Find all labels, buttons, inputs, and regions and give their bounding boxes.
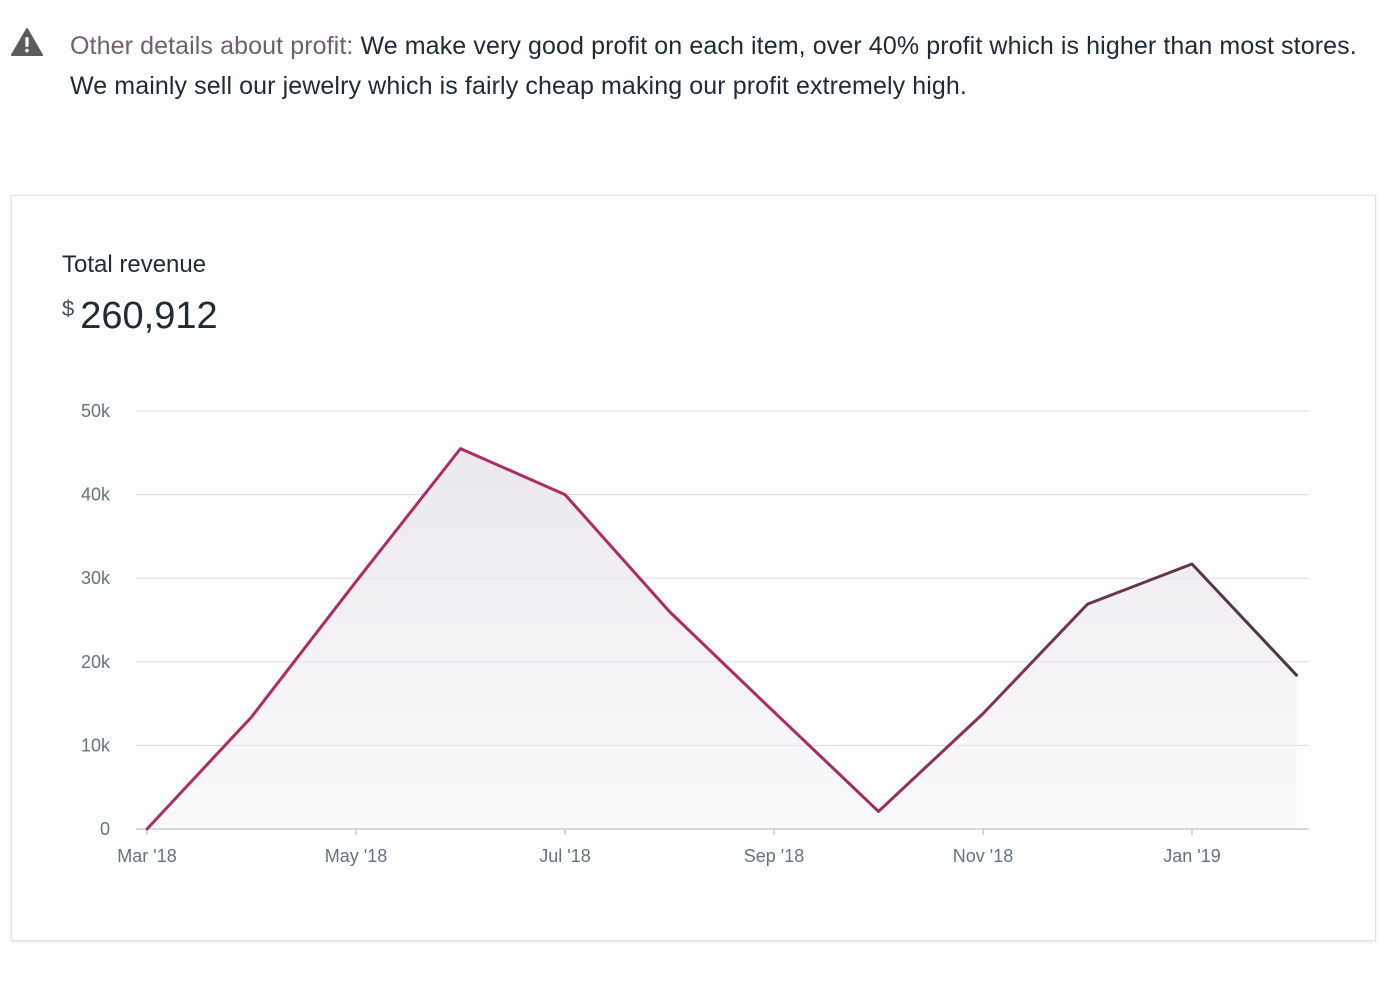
profit-notice: Other details about profit: We make very…: [10, 26, 1385, 106]
notice-label: Other details about profit:: [70, 32, 354, 60]
notice-text: Other details about profit: We make very…: [70, 26, 1385, 106]
x-tick-label: Mar '18: [117, 846, 176, 866]
y-tick-label: 0: [100, 819, 110, 839]
warning-icon: [11, 28, 43, 56]
y-tick-label: 50k: [81, 401, 111, 421]
y-tick-label: 40k: [81, 485, 111, 505]
y-tick-label: 10k: [81, 735, 111, 755]
y-tick-label: 30k: [81, 568, 111, 588]
y-tick-label: 20k: [81, 652, 111, 672]
x-tick-label: Jul '18: [539, 846, 590, 866]
revenue-chart: 0 10k 20k 30k 40k 50k Mar '18 May '18 Jul '18 Sep…: [81, 401, 1309, 866]
x-tick-label: Sep '18: [744, 846, 805, 866]
x-tick-label: May '18: [325, 846, 387, 866]
x-tick-label: Nov '18: [953, 846, 1013, 866]
area-fill: [147, 448, 1297, 829]
x-tick-label: Jan '19: [1163, 846, 1220, 866]
revenue-card: Total revenue $ 260,912 0 10k 20k 30k 40k 50k…: [11, 195, 1376, 941]
